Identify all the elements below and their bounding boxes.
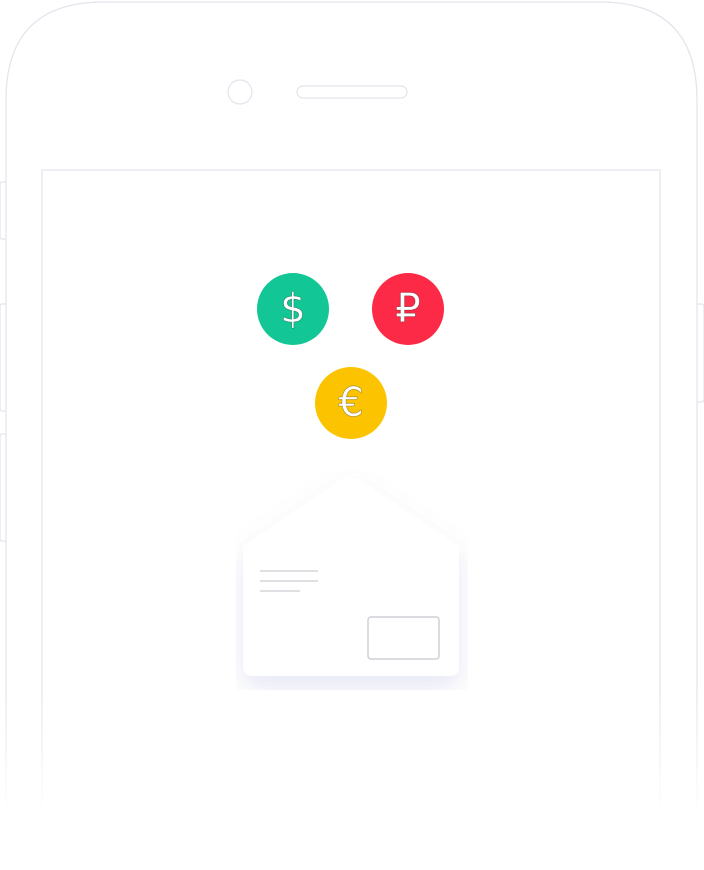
euro-coin-icon: € (315, 367, 387, 439)
camera-icon (227, 79, 253, 105)
envelope-icon (243, 477, 459, 676)
dollar-coin-icon: $ (257, 273, 329, 345)
speaker-icon (296, 85, 408, 99)
ruble-coin-icon: ₽ (372, 273, 444, 345)
